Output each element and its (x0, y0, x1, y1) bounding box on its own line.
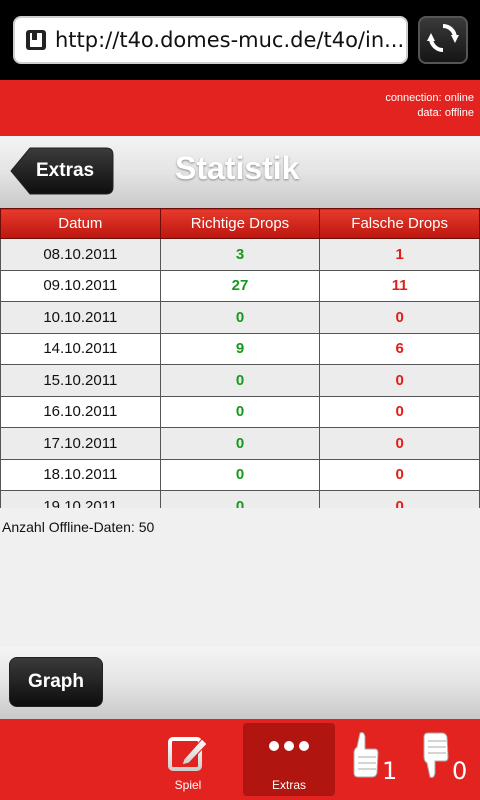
thumbs-down-icon (418, 729, 450, 785)
graph-bar: Graph (0, 647, 480, 719)
thumbs-up-count: 1 (382, 757, 398, 785)
cell-date: 16.10.2011 (0, 395, 161, 428)
tab-extras[interactable]: Extras (243, 723, 335, 796)
table-row: 14.10.2011 9 6 (0, 332, 480, 365)
tab-extras-label: Extras (271, 778, 306, 792)
cell-wrong-drops: 6 (319, 332, 480, 365)
cell-right-drops: 0 (159, 301, 321, 334)
browser-bar: http://t4o.domes-muc.de/t4o/in... (0, 0, 480, 80)
edit-icon (166, 731, 210, 778)
page-icon (25, 29, 47, 51)
thumbs-up-icon (348, 729, 380, 785)
cell-wrong-drops: 0 (319, 364, 480, 397)
table-row: 09.10.2011 27 11 (0, 269, 480, 302)
cell-right-drops: 3 (159, 238, 321, 271)
table-row: 17.10.2011 0 0 (0, 427, 480, 460)
cell-date: 14.10.2011 (0, 332, 161, 365)
table-row: 18.10.2011 0 0 (0, 458, 480, 491)
table-row: 15.10.2011 0 0 (0, 364, 480, 397)
cell-date: 18.10.2011 (0, 458, 161, 491)
cell-right-drops: 27 (159, 269, 321, 302)
table-row: 16.10.2011 0 0 (0, 395, 480, 428)
graph-button[interactable]: Graph (9, 657, 103, 707)
table-row: 10.10.2011 0 0 (0, 301, 480, 334)
tab-spiel[interactable]: Spiel (142, 723, 234, 796)
cell-right-drops: 0 (159, 458, 321, 491)
cell-right-drops: 0 (159, 427, 321, 460)
cell-date: 10.10.2011 (0, 301, 161, 334)
table-header-row: Datum Richtige Drops Falsche Drops (0, 208, 480, 239)
refresh-icon (426, 21, 460, 59)
cell-wrong-drops: 0 (319, 490, 480, 508)
thumbs-up-counter: 1 (348, 723, 412, 796)
cell-right-drops: 0 (159, 490, 321, 508)
cell-date: 15.10.2011 (0, 364, 161, 397)
cell-date: 17.10.2011 (0, 427, 161, 460)
cell-wrong-drops: 0 (319, 301, 480, 334)
tab-spiel-label: Spiel (174, 778, 202, 792)
cell-right-drops: 9 (159, 332, 321, 365)
page-title: Statistik (175, 150, 300, 186)
cell-date: 19.10.2011 (0, 490, 161, 508)
tab-bar: Spiel Extras 1 0 (0, 719, 480, 800)
cell-right-drops: 0 (159, 364, 321, 397)
url-text: http://t4o.domes-muc.de/t4o/in... (55, 28, 405, 52)
data-status: data: offline (417, 107, 474, 119)
cell-date: 09.10.2011 (0, 269, 161, 302)
status-header: connection: online data: offline (0, 80, 480, 136)
title-bar: Extras Statistik (0, 136, 480, 208)
cell-wrong-drops: 1 (319, 238, 480, 271)
back-button[interactable]: Extras (10, 146, 114, 196)
thumbs-down-count: 0 (452, 757, 468, 785)
column-header-wrong-drops: Falsche Drops (319, 208, 480, 239)
statistics-table-container[interactable]: Datum Richtige Drops Falsche Drops 08.10… (0, 208, 480, 508)
connection-status: connection: online (385, 92, 474, 104)
cell-wrong-drops: 11 (319, 269, 480, 302)
table-row: 08.10.2011 3 1 (0, 238, 480, 271)
statistics-table: Datum Richtige Drops Falsche Drops 08.10… (0, 208, 480, 508)
cell-wrong-drops: 0 (319, 395, 480, 428)
more-icon (264, 731, 314, 764)
cell-wrong-drops: 0 (319, 427, 480, 460)
refresh-button[interactable] (418, 16, 468, 64)
cell-wrong-drops: 0 (319, 458, 480, 491)
cell-right-drops: 0 (159, 395, 321, 428)
cell-date: 08.10.2011 (0, 238, 161, 271)
table-row: 19.10.2011 0 0 (0, 490, 480, 508)
column-header-right-drops: Richtige Drops (159, 208, 321, 239)
url-field[interactable]: http://t4o.domes-muc.de/t4o/in... (13, 16, 408, 64)
back-button-label: Extras (36, 160, 95, 181)
offline-count: Anzahl Offline-Daten: 50 (2, 519, 155, 535)
column-header-date: Datum (0, 208, 161, 239)
thumbs-down-counter: 0 (418, 723, 480, 796)
